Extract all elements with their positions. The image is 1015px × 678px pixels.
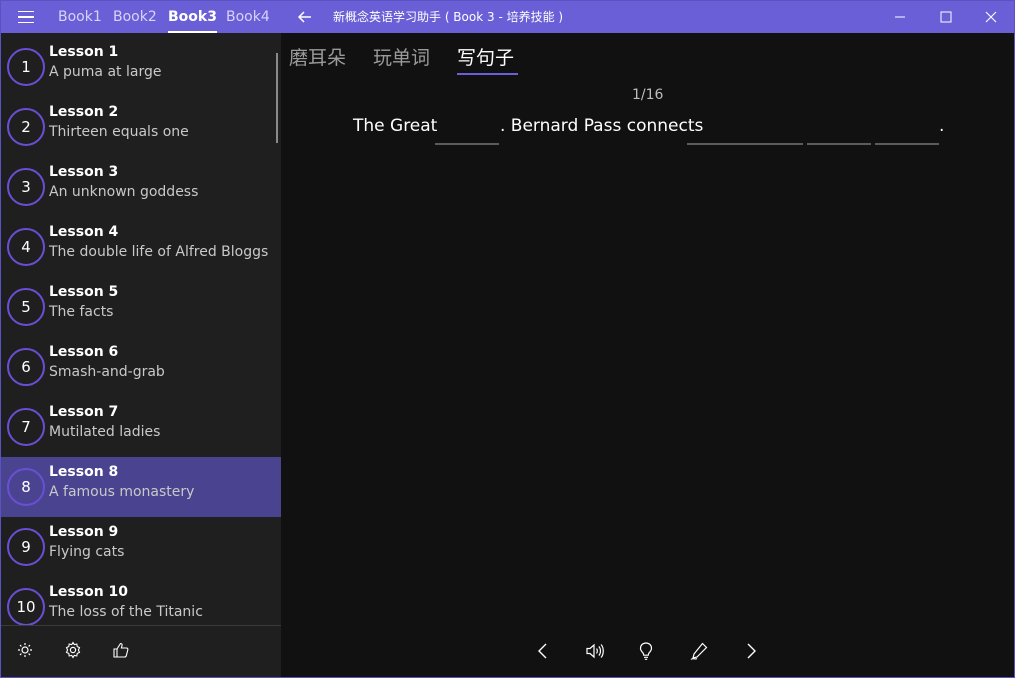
blank-input[interactable] <box>435 143 499 145</box>
lesson-number-badge: 2 <box>7 108 45 146</box>
lesson-number-badge: 7 <box>7 408 45 446</box>
lesson-title: Lesson 2 <box>49 104 119 120</box>
lesson-title: Lesson 4 <box>49 224 119 240</box>
lesson-item-9[interactable]: 9 Lesson 9 Flying cats <box>1 517 281 577</box>
lesson-number-badge: 5 <box>7 288 45 326</box>
lesson-item-3[interactable]: 3 Lesson 3 An unknown goddess <box>1 157 281 217</box>
lesson-sidebar: 1 Lesson 1 A puma at large 2 Lesson 2 Th… <box>1 33 281 677</box>
lesson-title: Lesson 10 <box>49 584 129 600</box>
next-icon[interactable] <box>738 638 764 664</box>
lesson-title: Lesson 6 <box>49 344 119 360</box>
app-window: Book1 Book2 Book3 Book4 新概念英语学习助手 ( Book… <box>0 0 1015 678</box>
brightness-icon[interactable] <box>13 638 37 662</box>
lesson-subtitle: The loss of the Titanic <box>49 604 203 620</box>
lesson-subtitle: A puma at large <box>49 64 162 80</box>
window-title: 新概念英语学习助手 ( Book 3 - 培养技能 ) <box>333 10 564 24</box>
sidebar-footer <box>1 625 281 677</box>
sentence-text: The Great <box>353 116 438 136</box>
sentence-progress: 1/16 <box>632 87 664 103</box>
minimize-icon[interactable] <box>877 1 923 33</box>
back-arrow-icon[interactable] <box>293 5 319 29</box>
lesson-subtitle: The double life of Alfred Bloggs <box>49 244 269 260</box>
blank-input[interactable] <box>807 143 871 145</box>
write-pen-icon[interactable] <box>686 638 712 664</box>
lesson-subtitle: The facts <box>49 304 114 320</box>
lesson-subtitle: Flying cats <box>49 544 125 560</box>
lesson-item-4[interactable]: 4 Lesson 4 The double life of Alfred Blo… <box>1 217 281 277</box>
lesson-item-2[interactable]: 2 Lesson 2 Thirteen equals one <box>1 97 281 157</box>
lesson-number-badge: 3 <box>7 168 45 206</box>
tab-listening[interactable]: 磨耳朵 <box>289 43 346 70</box>
lesson-item-7[interactable]: 7 Lesson 7 Mutilated ladies <box>1 397 281 457</box>
tab-book3[interactable]: Book3 <box>168 1 217 33</box>
lesson-subtitle: Thirteen equals one <box>49 124 189 140</box>
lesson-subtitle: An unknown goddess <box>49 184 199 200</box>
tab-words[interactable]: 玩单词 <box>373 43 430 70</box>
blank-input[interactable] <box>687 143 803 145</box>
tab-book2[interactable]: Book2 <box>113 1 157 33</box>
lesson-title: Lesson 5 <box>49 284 119 300</box>
lesson-number-badge: 6 <box>7 348 45 386</box>
lesson-subtitle: A famous monastery <box>49 484 195 500</box>
previous-icon[interactable] <box>530 638 556 664</box>
sentence-text: . <box>939 116 945 136</box>
lesson-title: Lesson 3 <box>49 164 119 180</box>
lesson-item-10[interactable]: 10 Lesson 10 The loss of the Titanic <box>1 577 281 625</box>
blank-input[interactable] <box>875 143 939 145</box>
lesson-number-badge: 10 <box>7 588 45 625</box>
title-bar: Book1 Book2 Book3 Book4 新概念英语学习助手 ( Book… <box>1 1 1014 33</box>
tab-book1[interactable]: Book1 <box>58 1 102 33</box>
hamburger-menu-icon[interactable] <box>11 7 41 27</box>
lesson-list[interactable]: 1 Lesson 1 A puma at large 2 Lesson 2 Th… <box>1 37 281 625</box>
tab-sentences[interactable]: 写句子 <box>457 43 514 70</box>
main-panel: 磨耳朵 玩单词 写句子 1/16 The Great . Bernard Pas… <box>281 33 1014 677</box>
lesson-item-8[interactable]: 8 Lesson 8 A famous monastery <box>1 457 281 517</box>
lesson-number-badge: 4 <box>7 228 45 266</box>
hint-bulb-icon[interactable] <box>633 638 659 664</box>
thumbs-up-icon[interactable] <box>109 638 133 662</box>
lesson-number-badge: 9 <box>7 528 45 566</box>
sentence-text: . Bernard Pass connects <box>500 116 704 136</box>
lesson-subtitle: Smash-and-grab <box>49 364 165 380</box>
lesson-title: Lesson 7 <box>49 404 119 420</box>
lesson-item-5[interactable]: 5 Lesson 5 The facts <box>1 277 281 337</box>
lesson-title: Lesson 8 <box>49 464 119 480</box>
lesson-item-1[interactable]: 1 Lesson 1 A puma at large <box>1 37 281 97</box>
settings-gear-icon[interactable] <box>61 638 85 662</box>
maximize-icon[interactable] <box>923 1 969 33</box>
lesson-subtitle: Mutilated ladies <box>49 424 161 440</box>
tab-book4[interactable]: Book4 <box>226 1 270 33</box>
lesson-number-badge: 8 <box>7 468 45 506</box>
lesson-title: Lesson 9 <box>49 524 119 540</box>
lesson-title: Lesson 1 <box>49 44 119 60</box>
sidebar-scrollbar[interactable] <box>276 53 278 143</box>
close-icon[interactable] <box>968 1 1014 33</box>
lesson-item-6[interactable]: 6 Lesson 6 Smash-and-grab <box>1 337 281 397</box>
speaker-icon[interactable] <box>582 638 608 664</box>
lesson-number-badge: 1 <box>7 48 45 86</box>
active-tab-indicator <box>457 73 518 75</box>
